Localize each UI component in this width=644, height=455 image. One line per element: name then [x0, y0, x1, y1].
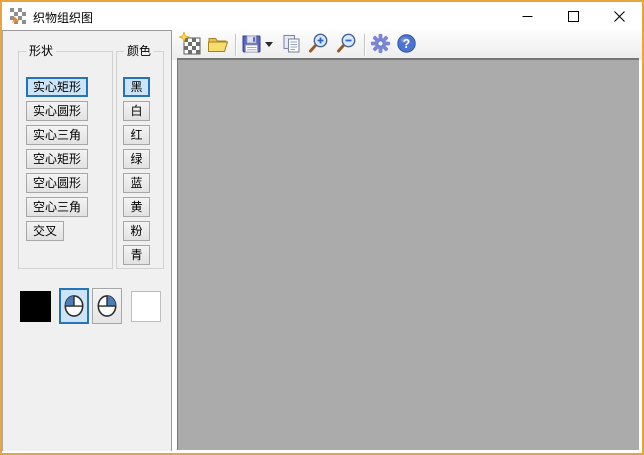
left-click-color-swatch: [20, 291, 51, 322]
copy-button[interactable]: [279, 32, 303, 58]
color-button-pink[interactable]: 粉: [123, 221, 150, 241]
save-button[interactable]: [239, 32, 263, 58]
shapes-groupbox: 形状 实心矩形 实心圆形 实心三角 空心矩形 空心圆形 空心三角 交叉: [18, 51, 113, 269]
copy-icon: [280, 32, 303, 58]
close-button[interactable]: [596, 2, 642, 30]
new-pattern-icon: [179, 32, 202, 58]
color-button-yellow[interactable]: 黄: [123, 197, 150, 217]
zoom-out-icon: [335, 32, 358, 58]
toolbar-separator: [364, 34, 365, 56]
color-button-red[interactable]: 红: [123, 125, 150, 145]
settings-button[interactable]: [368, 32, 392, 58]
zoom-in-icon: [307, 32, 330, 58]
shape-button-solid-rect[interactable]: 实心矩形: [26, 77, 88, 97]
open-button[interactable]: [206, 32, 230, 58]
mouse-left-button-toggle[interactable]: [59, 288, 89, 324]
shapes-group-label: 形状: [26, 44, 56, 58]
zoom-in-button[interactable]: [306, 32, 330, 58]
minimize-button[interactable]: [504, 2, 550, 30]
new-pattern-button[interactable]: [178, 32, 202, 58]
svg-text:?: ?: [402, 37, 410, 51]
weave-canvas[interactable]: [177, 58, 639, 450]
app-icon: [10, 8, 26, 24]
shape-button-solid-circle[interactable]: 实心圆形: [26, 101, 88, 121]
colors-groupbox: 颜色 黑 白 红 绿 蓝 黄 粉 青: [116, 51, 164, 269]
right-click-color-swatch: [131, 291, 161, 322]
settings-gear-icon: [369, 32, 392, 58]
mouse-right-button-toggle[interactable]: [92, 288, 122, 324]
shape-button-cross[interactable]: 交叉: [26, 221, 64, 241]
color-button-white[interactable]: 白: [123, 101, 150, 121]
shape-button-solid-triangle[interactable]: 实心三角: [26, 125, 88, 145]
open-folder-icon: [207, 32, 230, 58]
save-dropdown-arrow[interactable]: [265, 42, 273, 51]
colors-group-label: 颜色: [124, 44, 154, 58]
window-title: 织物组织图: [33, 9, 93, 26]
color-button-blue[interactable]: 蓝: [123, 173, 150, 193]
title-bar[interactable]: 织物组织图: [2, 2, 642, 30]
maximize-button[interactable]: [550, 2, 596, 30]
tool-panel: 形状 实心矩形 实心圆形 实心三角 空心矩形 空心圆形 空心三角 交叉 颜色 黑…: [2, 30, 172, 451]
toolbar-separator: [235, 34, 236, 56]
help-icon: ?: [395, 32, 418, 58]
color-button-green[interactable]: 绿: [123, 149, 150, 169]
toolbar: ?: [172, 30, 642, 60]
save-icon: [240, 32, 263, 58]
help-button[interactable]: ?: [394, 32, 418, 58]
shape-button-hollow-rect[interactable]: 空心矩形: [26, 149, 88, 169]
zoom-out-button[interactable]: [334, 32, 358, 58]
app-window: 织物组织图 形状 实心矩形 实心圆形 实心三角 空心矩形 空心圆形 空心三角 交…: [0, 0, 644, 455]
shape-button-hollow-circle[interactable]: 空心圆形: [26, 173, 88, 193]
color-button-black[interactable]: 黑: [123, 77, 150, 97]
shape-button-hollow-triangle[interactable]: 空心三角: [26, 197, 88, 217]
color-button-cyan[interactable]: 青: [123, 245, 150, 265]
